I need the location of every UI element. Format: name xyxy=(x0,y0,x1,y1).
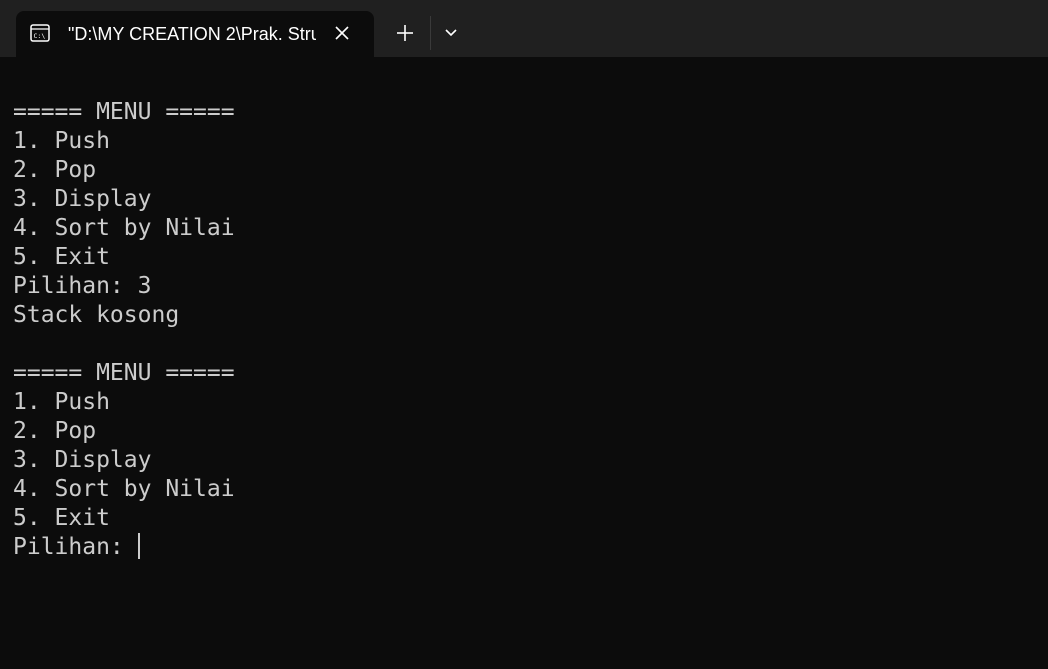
console-output[interactable]: ===== MENU ===== 1. Push 2. Pop 3. Displ… xyxy=(13,98,1033,658)
terminal-icon: C:\ xyxy=(30,23,50,43)
console-line: 4. Sort by Nilai xyxy=(13,215,235,241)
console-line: 1. Push xyxy=(13,389,110,415)
tab-active[interactable]: C:\ "D:\MY CREATION 2\Prak. Struktur Dat… xyxy=(16,11,374,57)
console-line: 4. Sort by Nilai xyxy=(13,476,235,502)
title-bar: C:\ "D:\MY CREATION 2\Prak. Struktur Dat… xyxy=(0,0,1048,57)
prompt-text: Pilihan: xyxy=(13,534,124,560)
console-line: 1. Push xyxy=(13,128,110,154)
terminal-window: C:\ "D:\MY CREATION 2\Prak. Struktur Dat… xyxy=(0,0,1048,669)
console-line: Pilihan: 3 xyxy=(13,273,152,299)
text-cursor xyxy=(137,533,140,559)
console-line: 2. Pop xyxy=(13,157,97,183)
console-line: ===== MENU ===== xyxy=(13,360,235,386)
prompt-line[interactable]: Pilihan: xyxy=(13,533,1033,562)
toolbar-divider xyxy=(430,16,431,50)
console-line: 3. Display xyxy=(13,186,152,212)
console-line: Stack kosong xyxy=(13,302,180,328)
plus-icon[interactable] xyxy=(392,20,418,46)
chevron-down-icon[interactable] xyxy=(440,22,462,44)
console-line: ===== MENU ===== xyxy=(13,99,235,125)
console-line: 3. Display xyxy=(13,447,152,473)
tab-title: "D:\MY CREATION 2\Prak. Struktur Data\st… xyxy=(68,24,316,44)
close-icon[interactable] xyxy=(332,23,352,43)
console-line: 2. Pop xyxy=(13,418,97,444)
svg-text:C:\: C:\ xyxy=(34,32,46,40)
console-line: 5. Exit xyxy=(13,505,110,531)
console-line: 5. Exit xyxy=(13,244,110,270)
